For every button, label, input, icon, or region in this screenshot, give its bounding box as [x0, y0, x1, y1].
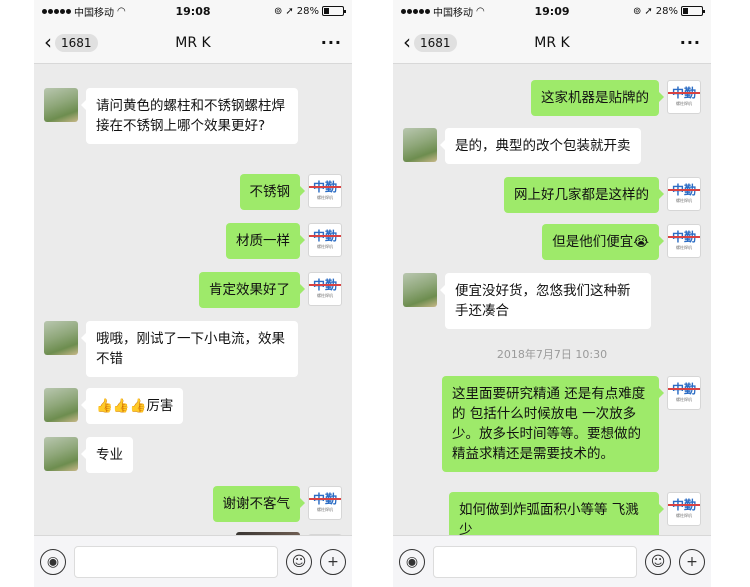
message-input[interactable] [433, 545, 637, 578]
message-timestamp: 2018年7月7日 10:30 [496, 348, 608, 361]
unread-count: 1681 [55, 33, 98, 52]
message-bubble-incoming[interactable]: 便宜没好货，忽悠我们这种新手还凑合 [440, 273, 651, 329]
unread-count: 1681 [414, 33, 457, 52]
brand-avatar[interactable]: 中勤 螺柱焊机 [667, 224, 701, 258]
brand-avatar[interactable]: 中勤 螺柱焊机 [667, 492, 701, 526]
message-input[interactable] [74, 545, 278, 578]
chat-screen-right: 中国移动 ◠ 19:09 ⊚ ➚ 28% ‹ 1681 MR K ··· 这家机… [393, 0, 711, 587]
chat-screen-left: 中国移动 ◠ 19:08 ⊚ ➚ 28% ‹ 1681 MR K ··· 请问黄… [34, 0, 352, 587]
back-button[interactable]: ‹ 1681 [403, 29, 457, 54]
battery-icon [322, 6, 346, 16]
brand-avatar[interactable]: 中勤 螺柱焊机 [667, 177, 701, 211]
message-bubble-outgoing[interactable]: 谢谢不客气 [212, 486, 305, 522]
contact-avatar[interactable] [44, 88, 78, 122]
message-bubble-outgoing[interactable]: 这家机器是贴牌的 [531, 80, 664, 116]
message-bubble-outgoing[interactable]: 网上好几家都是这样的 [504, 177, 664, 213]
chevron-left-icon: ‹ [403, 29, 411, 54]
status-time: 19:08 [175, 4, 211, 18]
brand-avatar[interactable]: 中勤 螺柱焊机 [667, 376, 701, 410]
emoji-icon[interactable]: ☺ [645, 548, 671, 575]
message-bubble-incoming[interactable]: 是的，典型的改个包装就开卖 [440, 128, 641, 164]
message-bubble-incoming[interactable]: 请问黄色的螺柱和不锈钢螺柱焊接在不锈钢上哪个效果更好? [81, 88, 298, 144]
message-bubble-outgoing[interactable]: 但是他们便宜😭 [542, 224, 664, 260]
status-bar: 中国移动 ◠ 19:08 ⊚ ➚ 28% [34, 0, 352, 22]
brand-avatar[interactable]: 中勤 螺柱焊机 [308, 174, 342, 208]
message-bubble-incoming[interactable]: 哦哦，刚试了一下小电流，效果不错 [81, 321, 298, 377]
nav-bar: ‹ 1681 MR K ··· [34, 22, 352, 64]
voice-icon[interactable]: ◉ [40, 548, 66, 575]
chevron-left-icon: ‹ [44, 29, 52, 54]
message-bubble-outgoing[interactable]: 肯定效果好了 [199, 272, 305, 308]
more-options-button[interactable]: ··· [680, 33, 701, 52]
emoji-icon[interactable]: ☺ [286, 548, 312, 575]
plus-icon[interactable]: + [679, 548, 705, 575]
message-bubble-incoming[interactable]: 👍👍👍厉害 [80, 388, 184, 424]
status-bar: 中国移动 ◠ 19:09 ⊚ ➚ 28% [393, 0, 711, 22]
contact-avatar[interactable] [44, 321, 78, 355]
nav-bar: ‹ 1681 MR K ··· [393, 22, 711, 64]
message-list[interactable]: 请问黄色的螺柱和不锈钢螺柱焊接在不锈钢上哪个效果更好? 不锈钢 中勤 螺柱焊机 材… [34, 64, 352, 535]
back-button[interactable]: ‹ 1681 [44, 29, 98, 54]
plus-icon[interactable]: + [320, 548, 346, 575]
more-options-button[interactable]: ··· [321, 33, 342, 52]
contact-avatar[interactable] [44, 388, 78, 422]
input-bar: ◉ ☺ + [34, 535, 352, 587]
battery-icon [681, 6, 705, 16]
voice-icon[interactable]: ◉ [399, 548, 425, 575]
message-bubble-outgoing[interactable]: 不锈钢 [239, 174, 305, 210]
contact-avatar[interactable] [403, 273, 437, 307]
brand-avatar[interactable]: 中勤 螺柱焊机 [308, 486, 342, 520]
input-bar: ◉ ☺ + [393, 535, 711, 587]
brand-avatar[interactable]: 中勤 螺柱焊机 [667, 80, 701, 114]
status-time: 19:09 [534, 4, 570, 18]
message-bubble-outgoing[interactable]: 材质一样 [226, 223, 305, 259]
message-bubble-outgoing[interactable]: 如何做到炸弧面积小等等 飞溅少 [449, 492, 664, 535]
brand-avatar[interactable]: 中勤 螺柱焊机 [308, 223, 342, 257]
contact-avatar[interactable] [44, 437, 78, 471]
contact-avatar[interactable] [403, 128, 437, 162]
message-bubble-incoming[interactable]: 专业 [81, 437, 133, 473]
message-list[interactable]: 这家机器是贴牌的 中勤 螺柱焊机 是的，典型的改个包装就开卖 网上好几家都是这样的… [393, 64, 711, 535]
message-bubble-outgoing[interactable]: 这里面要研究精通 还是有点难度的 包括什么时候放电 一次放多少。放多长时间等等。… [442, 376, 664, 472]
brand-avatar[interactable]: 中勤 螺柱焊机 [308, 272, 342, 306]
